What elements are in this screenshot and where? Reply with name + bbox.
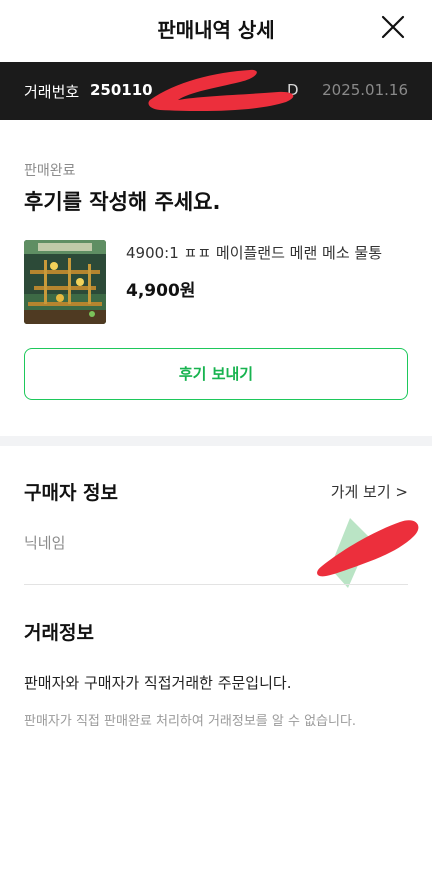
send-review-button[interactable]: 후기 보내기 — [24, 348, 408, 400]
order-number-bar: 거래번호 250110 D 2025.01.16 — [0, 62, 432, 120]
product-thumbnail[interactable] — [24, 240, 106, 324]
review-prompt-headline: 후기를 작성해 주세요. — [24, 190, 221, 214]
page-header: 판매내역 상세 — [0, 0, 432, 62]
sale-status: 판매완료 — [24, 163, 76, 179]
close-icon[interactable] — [380, 14, 406, 40]
view-shop-link[interactable]: 가게 보기 > — [331, 481, 408, 502]
trade-note: 판매자가 직접 판매완료 처리하여 거래정보를 알 수 없습니다. — [24, 714, 357, 729]
trade-info-title: 거래정보 — [24, 622, 94, 644]
nickname-label: 닉네임 — [24, 534, 66, 552]
nickname-redaction — [317, 518, 419, 588]
section-divider — [0, 436, 432, 446]
redaction-scribble — [148, 69, 294, 112]
product-name: 4900:1 ㅍㅍ 메이플랜드 메랜 메소 물통 — [126, 244, 383, 262]
product-image — [24, 240, 106, 324]
buyer-info-title: 구매자 정보 — [24, 482, 119, 504]
trade-description: 판매자와 구매자가 직접거래한 주문입니다. — [24, 674, 292, 692]
product-price: 4,900원 — [126, 281, 196, 301]
page-title: 판매내역 상세 — [157, 18, 275, 42]
buyer-divider — [24, 584, 408, 585]
